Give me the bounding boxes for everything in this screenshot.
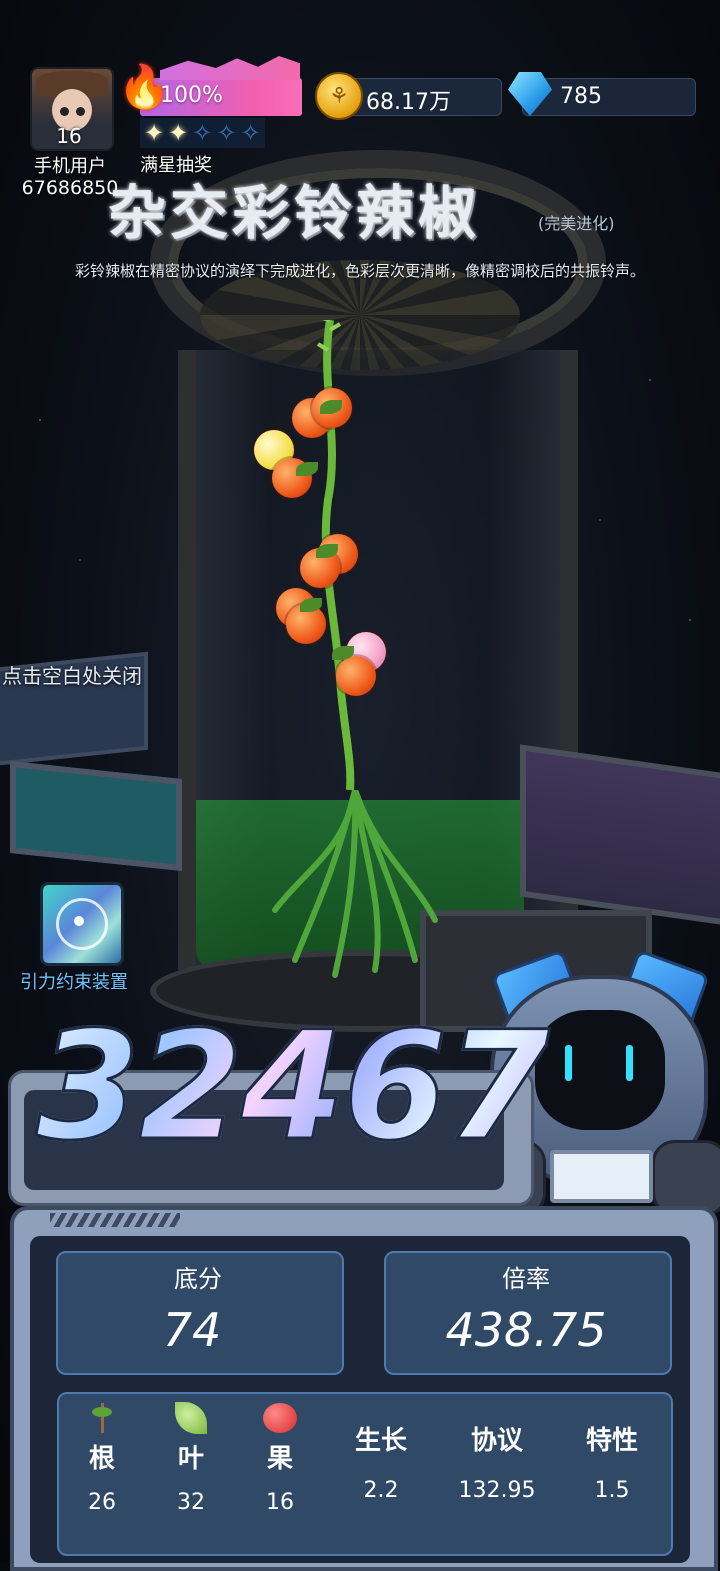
- base-score-label: 底分: [174, 1265, 222, 1293]
- robot-screen: [550, 1150, 653, 1203]
- panel-stripes: [50, 1213, 180, 1227]
- gem-amount: 785: [560, 84, 602, 109]
- star-empty-icon: ✧: [240, 119, 261, 147]
- coin-amount: 68.17万: [366, 90, 451, 115]
- plant-fruit: [336, 656, 376, 696]
- gravity-device-button[interactable]: [40, 882, 124, 966]
- left-console: [10, 760, 182, 872]
- star-filled-icon: ✦: [144, 119, 165, 147]
- energy-percent: 100%: [160, 83, 223, 108]
- attribute-label: 特性: [585, 1426, 638, 1456]
- star-progress: ✦ ✦ ✧ ✧ ✧: [140, 118, 265, 148]
- gravity-device-label: 引力约束装置: [20, 972, 128, 993]
- attribute-value: 32: [177, 1490, 205, 1515]
- attribute-value: 16: [266, 1490, 294, 1515]
- attribute-value: 1.5: [594, 1478, 630, 1503]
- attribute-fruit: 果 16: [240, 1400, 320, 1515]
- attribute-label: 生长: [354, 1426, 407, 1456]
- star-filled-icon: ✦: [168, 119, 189, 147]
- attribute-label: 协议: [470, 1426, 523, 1456]
- attribute-label: 根: [88, 1444, 115, 1474]
- player-level: 16: [56, 124, 82, 148]
- attribute-value: 2.2: [363, 1478, 399, 1503]
- avatar-eye: [60, 107, 69, 116]
- plant-name: 杂交彩铃辣椒: [108, 179, 481, 247]
- attribute-value: 26: [88, 1490, 116, 1515]
- base-score-value: 74: [162, 1303, 222, 1357]
- close-hint[interactable]: 点击空白处关闭: [2, 660, 142, 689]
- coin-icon: ⚘: [315, 72, 363, 120]
- attribute-trait: 特性 1.5: [572, 1400, 652, 1503]
- user-id: 67686850: [21, 177, 119, 199]
- attribute-label: 叶: [177, 1444, 204, 1474]
- evolution-tag: (完美进化): [538, 214, 615, 233]
- robot-eye: [626, 1045, 633, 1081]
- robot-eye: [565, 1045, 572, 1081]
- fruit-icon: [263, 1403, 297, 1433]
- avatar-eye: [76, 107, 85, 116]
- robot-visor: [535, 1010, 665, 1130]
- right-monitor: [520, 744, 720, 928]
- attribute-value: 132.95: [458, 1478, 536, 1503]
- plant-description: 彩铃辣椒在精密协议的演绎下完成进化，色彩层次更清晰，像精密调校后的共振铃声。: [74, 262, 645, 280]
- attribute-growth: 生长 2.2: [341, 1400, 421, 1503]
- attribute-protocol: 协议 132.95: [443, 1400, 551, 1503]
- multiplier-label: 倍率: [502, 1265, 550, 1293]
- multiplier-value: 438.75: [445, 1303, 607, 1357]
- attribute-root: 根 26: [62, 1400, 142, 1515]
- root-icon: [90, 1403, 114, 1433]
- username: 手机用户: [34, 156, 106, 177]
- total-score: 32467: [35, 1000, 552, 1174]
- star-empty-icon: ✧: [216, 119, 237, 147]
- robot-hand: [652, 1140, 720, 1216]
- attribute-label: 果: [266, 1444, 293, 1474]
- star-empty-icon: ✧: [192, 119, 213, 147]
- leaf-icon: [175, 1402, 207, 1434]
- plant-roots: [272, 790, 438, 978]
- orbit-icon: [56, 898, 108, 950]
- attribute-leaf: 叶 32: [151, 1400, 231, 1515]
